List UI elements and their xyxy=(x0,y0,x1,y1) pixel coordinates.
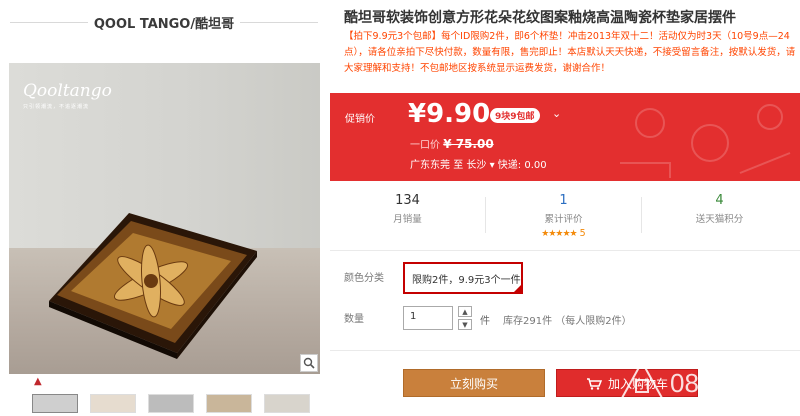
promo-price-label: 促销价 xyxy=(345,114,375,125)
chevron-down-icon[interactable]: ▾ xyxy=(490,160,495,171)
sku-option-selected[interactable]: 限购2件，9.9元3个一件 xyxy=(403,262,523,294)
watermark-logo-icon: 08 校 菜 xyxy=(620,359,765,399)
price-panel: 促销价 ¥9.90 9块9包邮 ⌄ 一口价 ¥ 75.00 广东东莞 至 长沙 … xyxy=(330,93,800,181)
stat-points: 4 送天猫积分 xyxy=(642,189,797,241)
color-label: 颜色分类 xyxy=(344,273,384,284)
points-count: 4 xyxy=(715,193,724,208)
watermark-text: 08 校 菜 xyxy=(670,368,765,398)
ship-to-label: 至 xyxy=(453,160,464,171)
sku-option-label: 限购2件，9.9元3个一件 xyxy=(412,274,521,286)
original-price-value: ¥ 75.00 xyxy=(443,137,494,151)
coaster-illustration xyxy=(49,213,257,359)
original-price-label: 一口价 xyxy=(410,140,440,151)
divider xyxy=(330,250,800,251)
points-label: 送天猫积分 xyxy=(695,214,744,225)
product-title: 酷坦哥软装饰创意方形花朵花纹图案釉烧高温陶瓷杯垫家居摆件 xyxy=(344,10,736,26)
sales-label: 月销量 xyxy=(393,214,422,225)
thumbnail[interactable] xyxy=(264,394,310,413)
cart-icon xyxy=(586,377,602,390)
promo-badge[interactable]: 9块9包邮 xyxy=(490,108,540,123)
zoom-button[interactable] xyxy=(300,354,318,372)
review-label: 累计评价 xyxy=(544,214,583,225)
sales-count: 134 xyxy=(395,193,420,208)
stock-info: 库存291件 （每人限购2件） xyxy=(503,316,632,327)
review-count: 1 xyxy=(559,193,568,208)
review-score: 5 xyxy=(579,228,586,239)
stat-reviews[interactable]: 1 累计评价 ★★★★★ 5 xyxy=(486,189,641,241)
quantity-input[interactable]: 1 xyxy=(403,306,453,330)
quantity-increase-button[interactable]: ▲ xyxy=(458,306,472,317)
decor-pattern xyxy=(620,104,791,178)
ship-to-select[interactable]: 长沙 xyxy=(466,160,486,171)
watermark: 08 校 菜 xyxy=(608,340,800,413)
magnifier-icon xyxy=(303,357,315,369)
buy-now-button[interactable]: 立刻购买 xyxy=(403,369,545,397)
product-photo[interactable]: Qooltango 只引领潮流，不追逐潮流 xyxy=(9,63,320,374)
quantity-label: 数量 xyxy=(344,314,364,325)
quantity-decrease-button[interactable]: ▼ xyxy=(458,319,472,330)
quantity-unit: 件 xyxy=(480,316,490,327)
shipping-info: 广东东莞 至 长沙 ▾ 快递: 0.00 xyxy=(410,156,547,171)
thumbnail[interactable] xyxy=(206,394,252,413)
original-price: 一口价 ¥ 75.00 xyxy=(410,136,494,151)
store-header: QOOL TANGO/酷坦哥 xyxy=(0,0,328,46)
gallery-panel: QOOL TANGO/酷坦哥 Qooltango 只引领潮流，不追逐潮流 ▲ xyxy=(0,0,328,413)
divider xyxy=(240,22,318,23)
selected-check-icon xyxy=(513,284,522,293)
star-rating-icon: ★★★★★ xyxy=(541,229,577,239)
current-price: ¥9.90 xyxy=(408,99,491,129)
promo-text: 【拍下9.9元3个包邮】每个ID限购2件，即6个杯垫！冲击2013年双十二！活动… xyxy=(344,31,796,74)
thumbnail[interactable] xyxy=(32,394,78,413)
stat-monthly-sales: 134 月销量 xyxy=(330,189,485,241)
chevron-down-icon[interactable]: ⌄ xyxy=(552,107,561,120)
thumbnail[interactable] xyxy=(90,394,136,413)
thumbnail[interactable] xyxy=(148,394,194,413)
stats-bar: 134 月销量 1 累计评价 ★★★★★ 5 4 送天猫积分 xyxy=(330,189,800,241)
ship-from: 广东东莞 xyxy=(410,160,450,171)
thumbnail-strip xyxy=(12,394,312,413)
chevron-up-icon[interactable]: ▲ xyxy=(34,376,42,387)
shipping-fee: 快递: 0.00 xyxy=(497,160,547,171)
